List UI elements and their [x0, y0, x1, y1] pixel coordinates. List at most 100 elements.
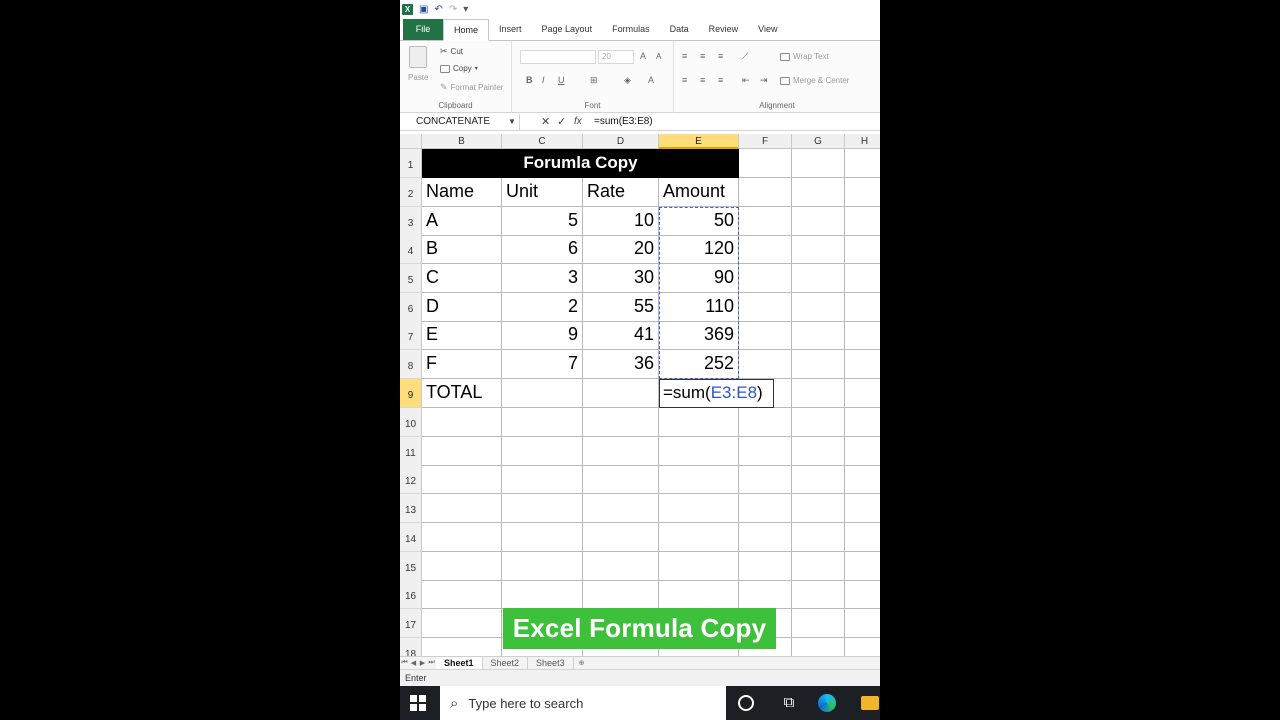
- cell-h14[interactable]: [845, 523, 880, 552]
- header-cell-name[interactable]: Name: [422, 178, 502, 207]
- cell-g8[interactable]: [792, 350, 845, 379]
- cell-g5[interactable]: [792, 264, 845, 293]
- cell-h6[interactable]: [845, 293, 880, 322]
- tab-insert[interactable]: Insert: [489, 19, 532, 40]
- cell-f11[interactable]: [739, 437, 792, 466]
- cell-h5[interactable]: [845, 264, 880, 293]
- data-cell-c8[interactable]: 7: [502, 350, 583, 379]
- cell-g6[interactable]: [792, 293, 845, 322]
- align-top-icon[interactable]: ≡: [682, 51, 687, 61]
- cell-f2[interactable]: [739, 178, 792, 207]
- sheet-title-cell[interactable]: Forumla Copy: [422, 149, 739, 178]
- cell-f1[interactable]: [739, 149, 792, 178]
- cell-d11[interactable]: [583, 437, 659, 466]
- cell-d16[interactable]: [583, 580, 659, 609]
- cell-g12[interactable]: [792, 465, 845, 494]
- cell-h18[interactable]: [845, 638, 880, 656]
- cell-f8[interactable]: [739, 350, 792, 379]
- cell-c10[interactable]: [502, 408, 583, 437]
- row-header-5[interactable]: 5: [400, 264, 422, 293]
- first-sheet-icon[interactable]: ⏮: [400, 659, 409, 667]
- row-header-17[interactable]: 17: [400, 609, 422, 638]
- align-right-icon[interactable]: ≡: [718, 75, 723, 85]
- row-header-2[interactable]: 2: [400, 178, 422, 207]
- cell-g4[interactable]: [792, 235, 845, 264]
- cancel-icon[interactable]: ✕: [541, 114, 550, 130]
- align-center-icon[interactable]: ≡: [700, 75, 705, 85]
- cell-h17[interactable]: [845, 609, 880, 638]
- cell-f6[interactable]: [739, 293, 792, 322]
- cell-b10[interactable]: [422, 408, 502, 437]
- paste-button[interactable]: Paste: [408, 73, 428, 82]
- cell-e15[interactable]: [659, 552, 739, 581]
- tab-page-layout[interactable]: Page Layout: [532, 19, 603, 40]
- cell-c15[interactable]: [502, 552, 583, 581]
- cell-h4[interactable]: [845, 235, 880, 264]
- active-edit-cell-e9[interactable]: =sum(E3:E8): [659, 379, 774, 408]
- prev-sheet-icon[interactable]: ◀: [409, 659, 418, 667]
- last-sheet-icon[interactable]: ⏭: [427, 659, 436, 667]
- underline-button[interactable]: U: [558, 75, 565, 85]
- font-size-input[interactable]: 20: [598, 50, 634, 64]
- header-cell-rate[interactable]: Rate: [583, 178, 659, 207]
- data-cell-d8[interactable]: 36: [583, 350, 659, 379]
- data-cell-b8[interactable]: F: [422, 350, 502, 379]
- row-header-10[interactable]: 10: [400, 408, 422, 437]
- row-header-1[interactable]: 1: [400, 149, 422, 178]
- shrink-font-icon[interactable]: A: [656, 52, 661, 61]
- cell-e12[interactable]: [659, 465, 739, 494]
- tab-data[interactable]: Data: [660, 19, 699, 40]
- task-view-icon[interactable]: ⧉: [780, 694, 798, 712]
- cell-f3[interactable]: [739, 207, 792, 236]
- column-header-b[interactable]: B: [422, 134, 502, 149]
- row-header-3[interactable]: 3: [400, 207, 422, 236]
- align-left-icon[interactable]: ≡: [682, 75, 687, 85]
- grow-font-icon[interactable]: A: [640, 51, 646, 61]
- data-cell-b6[interactable]: D: [422, 293, 502, 322]
- increase-indent-icon[interactable]: ⇥: [760, 75, 768, 86]
- orientation-icon[interactable]: ⟋: [742, 51, 748, 62]
- cell-h3[interactable]: [845, 207, 880, 236]
- column-header-h[interactable]: H: [845, 134, 880, 149]
- cell-c11[interactable]: [502, 437, 583, 466]
- cell-h13[interactable]: [845, 494, 880, 523]
- cell-h7[interactable]: [845, 321, 880, 350]
- cell-f16[interactable]: [739, 580, 792, 609]
- cell-g10[interactable]: [792, 408, 845, 437]
- row-header-16[interactable]: 16: [400, 580, 422, 609]
- cell-g11[interactable]: [792, 437, 845, 466]
- data-cell-c4[interactable]: 6: [502, 235, 583, 264]
- cell-f13[interactable]: [739, 494, 792, 523]
- data-cell-d7[interactable]: 41: [583, 321, 659, 350]
- cell-h1[interactable]: [845, 149, 880, 178]
- data-cell-d3[interactable]: 10: [583, 207, 659, 236]
- cell-g13[interactable]: [792, 494, 845, 523]
- cell-f14[interactable]: [739, 523, 792, 552]
- row-header-11[interactable]: 11: [400, 437, 422, 466]
- cell-b18[interactable]: [422, 638, 502, 656]
- column-header-f[interactable]: F: [739, 134, 792, 149]
- file-explorer-icon[interactable]: [861, 696, 879, 710]
- cut-button[interactable]: ✂ Cut: [440, 46, 463, 57]
- wrap-text-button[interactable]: Wrap Text: [780, 52, 829, 61]
- next-sheet-icon[interactable]: ▶: [418, 659, 427, 667]
- paste-icon[interactable]: [409, 46, 427, 68]
- cell-b17[interactable]: [422, 609, 502, 638]
- cell-g9[interactable]: [792, 379, 845, 408]
- column-header-c[interactable]: C: [502, 134, 583, 149]
- cell-b14[interactable]: [422, 523, 502, 552]
- cell-d12[interactable]: [583, 465, 659, 494]
- edge-browser-icon[interactable]: [818, 694, 836, 712]
- row-header-9[interactable]: 9: [400, 379, 422, 408]
- cell-d14[interactable]: [583, 523, 659, 552]
- data-cell-d6[interactable]: 55: [583, 293, 659, 322]
- font-color-icon[interactable]: A: [648, 75, 654, 85]
- cell-f12[interactable]: [739, 465, 792, 494]
- fill-color-icon[interactable]: ◈: [624, 75, 631, 86]
- insert-function-icon[interactable]: fx: [574, 114, 582, 130]
- sheet-tab-sheet3[interactable]: Sheet3: [528, 656, 574, 670]
- cell-h16[interactable]: [845, 580, 880, 609]
- data-cell-d5[interactable]: 30: [583, 264, 659, 293]
- header-cell-amount[interactable]: Amount: [659, 178, 739, 207]
- cell-f7[interactable]: [739, 321, 792, 350]
